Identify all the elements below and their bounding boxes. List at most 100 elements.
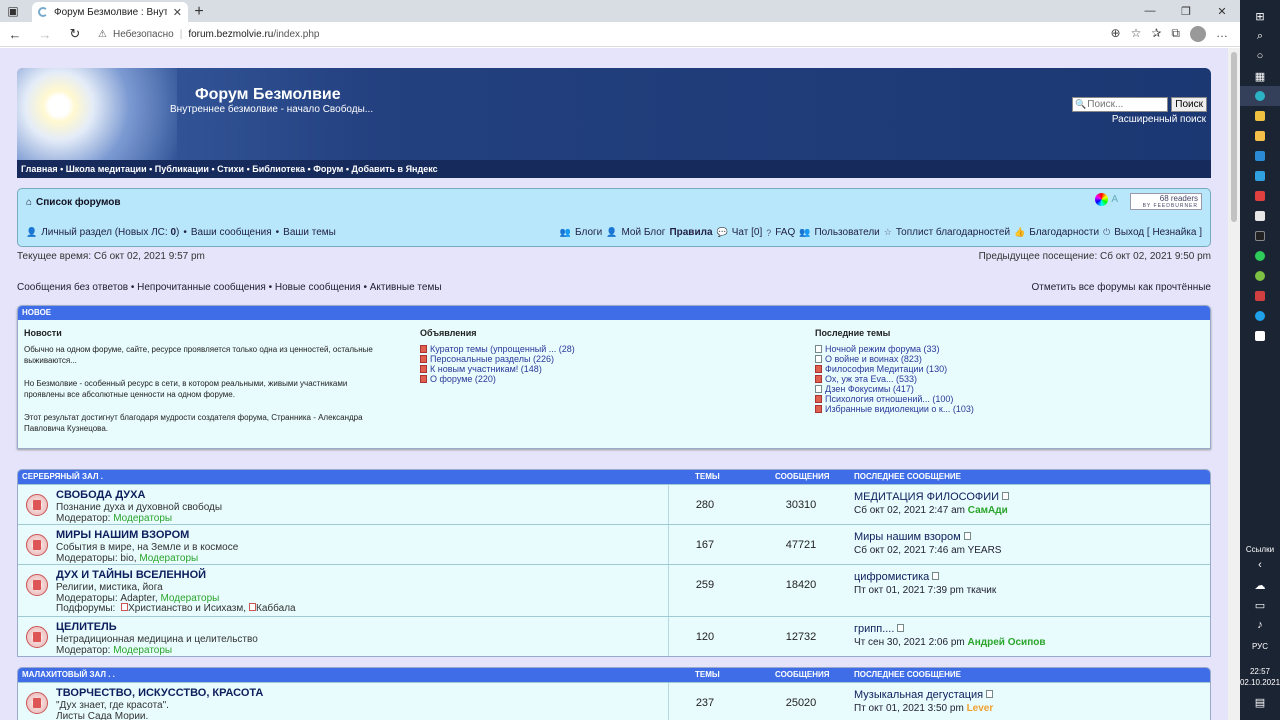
moderators-link[interactable]: Модераторы	[113, 645, 172, 656]
last-post-title[interactable]: цифромистика	[854, 571, 929, 583]
forum-list-link[interactable]: ⌂ Список форумов	[26, 197, 121, 208]
collections-icon[interactable]: ⧉	[1171, 26, 1180, 42]
unread-link[interactable]: Непрочитанные сообщения	[137, 282, 266, 293]
announcement-item[interactable]: О форуме (220)	[420, 374, 800, 384]
close-tab-icon[interactable]: ✕	[173, 6, 182, 19]
latest-topic-item[interactable]: Философия Медитации (130)	[815, 364, 1195, 374]
announcement-item[interactable]: Куратор темы (упрощенный ... (28)	[420, 344, 800, 354]
logout-link[interactable]: Выход [ Незнайка ]	[1114, 227, 1202, 238]
nav-meditation-school[interactable]: Школа медитации	[66, 164, 147, 174]
view-latest-post-icon[interactable]	[963, 532, 971, 540]
taskbar-folder-icon[interactable]	[1240, 126, 1280, 146]
your-topics-link[interactable]: Ваши темы	[283, 227, 336, 238]
notifications-icon[interactable]: ▤	[1240, 692, 1280, 712]
links-label[interactable]: Ссылки	[1246, 544, 1274, 555]
unanswered-link[interactable]: Сообщения без ответов	[17, 282, 128, 293]
forum-name[interactable]: ЦЕЛИТЕЛЬ	[56, 621, 117, 633]
last-post-title[interactable]: грипп....	[854, 623, 894, 635]
font-size-icon[interactable]: A	[1111, 194, 1118, 205]
favorite-add-icon[interactable]: ☆	[1131, 26, 1142, 42]
clock-time[interactable]: 22:57	[1250, 666, 1270, 677]
taskbar-app-icon[interactable]	[1240, 166, 1280, 186]
taskbar-mail-icon[interactable]	[1240, 146, 1280, 166]
back-icon[interactable]: ←	[0, 27, 30, 42]
windows-start-icon[interactable]: ⊞	[1240, 6, 1280, 26]
section-title[interactable]: СЕРЕБРЯНЫЙ ЗАЛ .	[22, 470, 103, 484]
latest-topic-item[interactable]: Дзен Фокусимы (417)	[815, 384, 1195, 394]
nav-forum[interactable]: Форум	[313, 164, 343, 174]
forum-name[interactable]: ТВОРЧЕСТВО, ИСКУССТВО, КРАСОТА	[56, 687, 263, 699]
nav-library[interactable]: Библиотека	[252, 164, 305, 174]
taskbar-app-icon[interactable]	[1240, 106, 1280, 126]
scrollbar-thumb[interactable]	[1231, 52, 1237, 222]
forum-name[interactable]: ДУХ И ТАЙНЫ ВСЕЛЕННОЙ	[56, 569, 206, 581]
last-post-title[interactable]: Миры нашим взором	[854, 531, 961, 543]
onedrive-icon[interactable]: ☁	[1240, 575, 1280, 595]
new-tab-button[interactable]: +	[188, 2, 210, 22]
taskbar-notes-icon[interactable]	[1240, 326, 1280, 346]
forum-name[interactable]: МИРЫ НАШИМ ВЗОРОМ	[56, 529, 189, 541]
page-scrollbar[interactable]	[1228, 48, 1240, 720]
last-post-user[interactable]: Lever	[967, 703, 994, 714]
thanks-link[interactable]: Благодарности	[1029, 227, 1099, 238]
chevron-left-icon[interactable]: ‹	[1240, 555, 1280, 575]
last-post-user[interactable]: Андрей Осипов	[968, 637, 1046, 648]
taskbar-app-icon[interactable]	[1240, 266, 1280, 286]
taskbar-app-icon[interactable]	[1240, 286, 1280, 306]
view-latest-post-icon[interactable]	[1002, 492, 1010, 500]
mark-all-read-link[interactable]: Отметить все форумы как прочтённые	[1032, 282, 1211, 293]
subforum-link[interactable]: Христианство и Исихазм,	[128, 603, 246, 614]
nav-home[interactable]: Главная	[21, 164, 58, 174]
personal-section-link[interactable]: Личный раздел (Новых ЛС: 0)	[41, 227, 179, 238]
chat-link[interactable]: Чат [0]	[732, 227, 762, 238]
search-icon[interactable]: ⌕	[1240, 26, 1280, 46]
last-post-title[interactable]: Музыкальная дегустация	[854, 689, 983, 701]
zoom-icon[interactable]: ⊕	[1111, 26, 1121, 42]
nav-add-yandex[interactable]: Добавить в Яндекс	[351, 164, 437, 174]
latest-topic-item[interactable]: О войне и воинах (823)	[815, 354, 1195, 364]
close-window-icon[interactable]: ✕	[1204, 0, 1240, 22]
view-latest-post-icon[interactable]	[897, 624, 905, 632]
favorites-icon[interactable]: ✰	[1151, 26, 1161, 42]
address-bar[interactable]: ⚠ Небезопасно | forum.bezmolvie.ru/index…	[98, 23, 1111, 45]
taskbar-whatsapp-icon[interactable]	[1240, 246, 1280, 266]
forum-name[interactable]: СВОБОДА ДУХА	[56, 489, 145, 501]
last-post-user[interactable]: YEARS	[968, 545, 1002, 556]
task-view-icon[interactable]: ▦	[1240, 66, 1280, 86]
network-icon[interactable]: ▭	[1240, 595, 1280, 615]
last-post-title[interactable]: МЕДИТАЦИЯ ФИЛОСОФИИ	[854, 491, 999, 503]
latest-topic-item[interactable]: Избранные видиолекции о к... (103)	[815, 404, 1195, 414]
taskbar-pdf-icon[interactable]	[1240, 186, 1280, 206]
view-latest-post-icon[interactable]	[932, 572, 940, 580]
subforum-link[interactable]: Каббала	[256, 603, 296, 614]
rules-link[interactable]: Правила	[669, 227, 712, 238]
language-indicator[interactable]: РУС	[1252, 641, 1268, 652]
nav-publications[interactable]: Публикации	[155, 164, 209, 174]
your-posts-link[interactable]: Ваши сообщения	[191, 227, 272, 238]
profile-avatar[interactable]	[1190, 26, 1206, 42]
last-post-user[interactable]: СамАди	[968, 505, 1008, 516]
last-post-user[interactable]: ткачик	[967, 585, 997, 596]
users-link[interactable]: Пользователи	[814, 227, 879, 238]
view-latest-post-icon[interactable]	[986, 690, 994, 698]
taskbar-skype-icon[interactable]	[1240, 306, 1280, 326]
faq-link[interactable]: FAQ	[775, 227, 795, 238]
clock-date[interactable]: 02.10.2021	[1240, 677, 1280, 688]
site-title[interactable]: Форум Безмолвие	[195, 86, 341, 104]
maximize-icon[interactable]: ❐	[1168, 0, 1204, 22]
active-topics-link[interactable]: Активные темы	[370, 282, 442, 293]
blogs-link[interactable]: Блоги	[575, 227, 602, 238]
tab-actions-icon[interactable]: ▣	[0, 0, 26, 22]
announcement-item[interactable]: Персональные разделы (226)	[420, 354, 800, 364]
moderators-link[interactable]: Модераторы	[113, 513, 172, 524]
section-title[interactable]: МАЛАХИТОВЫЙ ЗАЛ . .	[22, 668, 115, 682]
cortana-icon[interactable]: ○	[1240, 46, 1280, 66]
advanced-search-link[interactable]: Расширенный поиск	[1112, 114, 1206, 125]
taskbar-app-icon[interactable]	[1240, 206, 1280, 226]
my-blog-link[interactable]: Мой Блог	[621, 227, 665, 238]
top-thanks-link[interactable]: Топлист благодарностей	[896, 227, 1010, 238]
latest-topic-item[interactable]: Ночной режим форума (33)	[815, 344, 1195, 354]
forward-icon[interactable]: →	[30, 27, 60, 42]
moderator-user[interactable]: bio,	[120, 553, 139, 564]
latest-topic-item[interactable]: Ох, уж эта Eva... (533)	[815, 374, 1195, 384]
